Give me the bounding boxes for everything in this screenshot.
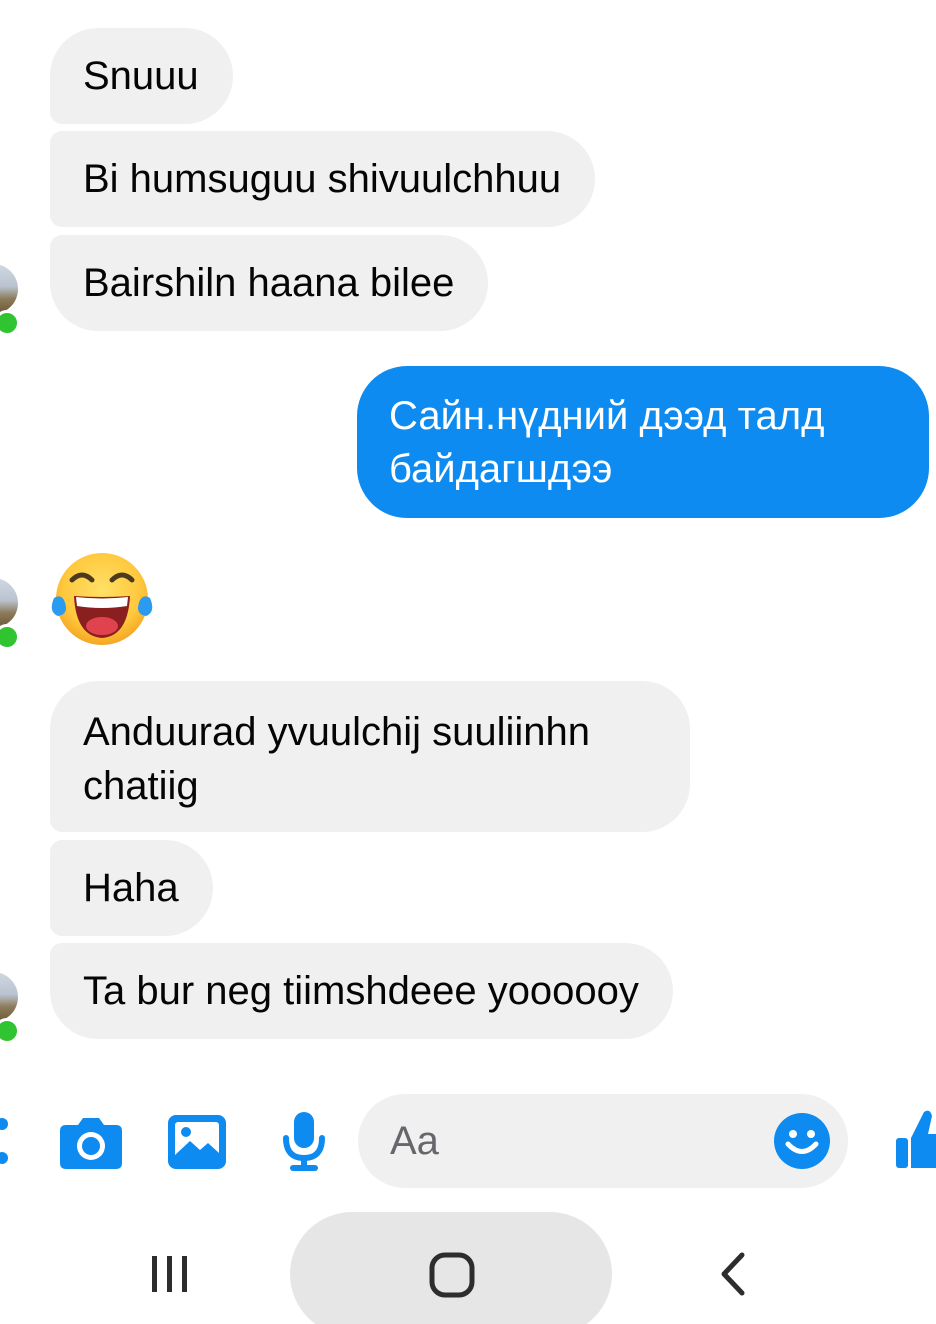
more-icon <box>0 1118 8 1164</box>
message-input[interactable] <box>390 1114 750 1168</box>
contact-avatar[interactable] <box>0 972 18 1022</box>
image-icon <box>168 1115 226 1169</box>
message-bubble-incoming[interactable]: Bairshiln haana bilee <box>50 235 489 331</box>
like-button[interactable] <box>894 1108 936 1175</box>
contact-avatar[interactable] <box>0 264 18 314</box>
messenger-chat-screen: Snuuu Bi humsuguu shivuulchhuu Bairshiln… <box>0 0 936 1324</box>
recent-apps-button[interactable] <box>150 1254 190 1299</box>
thumbs-up-icon <box>896 1110 936 1168</box>
tears-of-joy-emoji-icon[interactable] <box>50 550 154 648</box>
online-status-dot <box>0 310 20 336</box>
online-status-dot <box>0 1018 20 1044</box>
voice-message-button[interactable] <box>282 1112 326 1177</box>
emoji-icon <box>774 1113 830 1169</box>
gallery-button[interactable] <box>168 1115 226 1174</box>
microphone-icon <box>283 1112 325 1171</box>
emoji-picker-button[interactable] <box>774 1113 830 1174</box>
home-button[interactable] <box>429 1252 475 1303</box>
more-actions-button[interactable] <box>0 1116 14 1171</box>
online-status-dot <box>0 624 20 650</box>
message-bubble-outgoing[interactable]: Сайн.нүдний дээд талд байдагшдээ <box>357 366 929 518</box>
home-icon <box>429 1252 475 1298</box>
camera-button[interactable] <box>60 1117 122 1174</box>
back-button[interactable] <box>718 1252 748 1301</box>
message-bubble-incoming[interactable]: Anduurad yvuulchij suuliinhn chatiig <box>50 681 690 832</box>
back-icon <box>721 1252 745 1296</box>
message-bubble-incoming[interactable]: Bi humsuguu shivuulchhuu <box>50 131 596 227</box>
message-composer[interactable] <box>358 1094 848 1188</box>
message-bubble-incoming[interactable]: Haha <box>50 840 213 936</box>
recent-apps-icon <box>152 1256 187 1292</box>
message-bubble-incoming[interactable]: Ta bur neg tiimshdeee yoooooy <box>50 943 673 1039</box>
camera-icon <box>60 1118 122 1169</box>
system-navigation-bar <box>0 1212 936 1324</box>
message-bubble-incoming[interactable]: Snuuu <box>50 28 233 124</box>
contact-avatar[interactable] <box>0 578 18 628</box>
